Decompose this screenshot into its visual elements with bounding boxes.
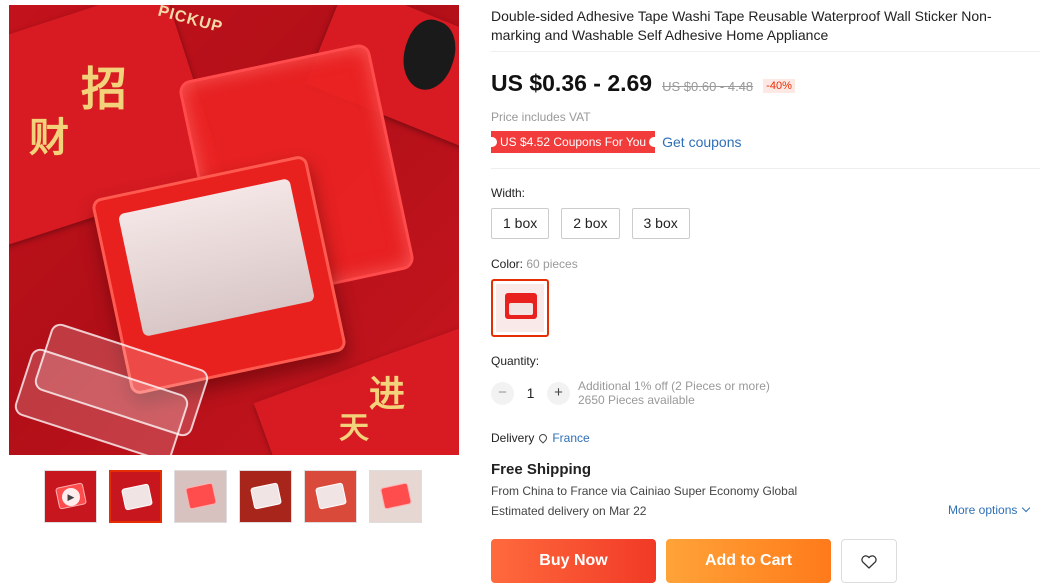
route-carrier: via Cainiao Super Economy Global — [607, 484, 798, 498]
quantity-stepper: − 1 + Additional 1% off (2 Pieces or mor… — [491, 379, 770, 407]
thumbnail-image-selected[interactable] — [109, 470, 162, 523]
thumbnail-image[interactable] — [174, 470, 227, 523]
current-price: US $0.36 - 2.69 — [491, 70, 653, 96]
delivery-location-link[interactable]: France — [552, 431, 589, 445]
color-label: Color: 60 pieces — [491, 257, 578, 271]
thumbnail-image — [250, 482, 282, 510]
color-label-text: Color: — [491, 257, 524, 271]
shipping-title: Free Shipping — [491, 461, 592, 478]
width-label: Width: — [491, 186, 526, 200]
quantity-value[interactable]: 1 — [514, 385, 547, 401]
get-coupons-link[interactable]: Get coupons — [662, 134, 741, 150]
price-row: US $0.36 - 2.69 US $0.60 - 4.48 -40% — [491, 70, 795, 97]
thumbnail-image — [315, 482, 347, 510]
more-options-label: More options — [948, 503, 1018, 517]
gold-calligraphy-glyph: 招 — [81, 62, 127, 116]
color-swatch-selected[interactable] — [491, 279, 549, 337]
width-options: 1 box 2 box 3 box — [491, 208, 690, 239]
more-options-link[interactable]: More options — [948, 503, 1031, 517]
stock-available: 2650 Pieces available — [578, 393, 695, 407]
quantity-label: Quantity: — [491, 354, 540, 368]
quantity-note: Additional 1% off (2 Pieces or more) 265… — [578, 379, 770, 407]
divider — [491, 51, 1040, 52]
play-icon: ▶ — [62, 488, 80, 506]
color-selected-value: 60 pieces — [526, 257, 578, 271]
add-to-cart-button[interactable]: Add to Cart — [666, 539, 831, 583]
coupon-badge[interactable]: US $4.52 Coupons For You — [491, 131, 656, 153]
chevron-down-icon — [1022, 503, 1031, 513]
shipping-route: From China to France via Cainiao Super E… — [491, 484, 797, 498]
bulk-discount-note: Additional 1% off (2 Pieces or more) — [578, 379, 770, 393]
route-destination: France — [570, 484, 608, 498]
thumbnail-strip: ▶ — [44, 470, 422, 523]
gold-calligraphy-glyph: 天 — [339, 411, 369, 446]
thumbnail-image[interactable] — [304, 470, 357, 523]
route-mid: to — [553, 484, 571, 498]
thumbnail-image — [185, 482, 217, 510]
width-option-3-box[interactable]: 3 box — [631, 208, 690, 239]
product-title: Double-sided Adhesive Tape Washi Tape Re… — [491, 8, 992, 43]
original-price: US $0.60 - 4.48 — [662, 79, 754, 94]
delivery-row: Delivery France — [491, 431, 590, 445]
wishlist-button[interactable] — [841, 539, 897, 583]
delivery-label: Delivery — [491, 431, 535, 445]
coupon-row: US $4.52 Coupons For You Get coupons — [491, 131, 742, 153]
main-product-image[interactable]: PICKUP 招 财 进 天 — [9, 5, 459, 455]
estimated-delivery: Estimated delivery on Mar 22 — [491, 504, 646, 518]
quantity-increase-button[interactable]: + — [547, 381, 570, 405]
thumbnail-image[interactable] — [239, 470, 292, 523]
route-prefix: From — [491, 484, 523, 498]
location-pin-icon — [537, 432, 550, 444]
width-option-2-box[interactable]: 2 box — [561, 208, 620, 239]
buy-now-button[interactable]: Buy Now — [491, 539, 656, 583]
estimate-date: Mar 22 — [609, 504, 647, 518]
vat-note: Price includes VAT — [491, 110, 591, 124]
thumbnail-image — [121, 483, 153, 511]
quantity-decrease-button[interactable]: − — [491, 381, 514, 405]
heart-icon — [861, 555, 877, 569]
gold-calligraphy-glyph: 财 — [29, 114, 69, 161]
estimate-prefix: Estimated delivery on — [491, 504, 610, 518]
discount-badge: -40% — [763, 79, 795, 93]
swatch-image — [496, 284, 544, 332]
route-origin: China — [522, 484, 554, 498]
thumbnail-image — [380, 482, 412, 510]
thumbnail-video[interactable]: ▶ — [44, 470, 97, 523]
gold-calligraphy-glyph: 进 — [369, 373, 406, 415]
divider — [491, 168, 1040, 169]
thumbnail-image[interactable] — [369, 470, 422, 523]
width-option-1-box[interactable]: 1 box — [491, 208, 550, 239]
